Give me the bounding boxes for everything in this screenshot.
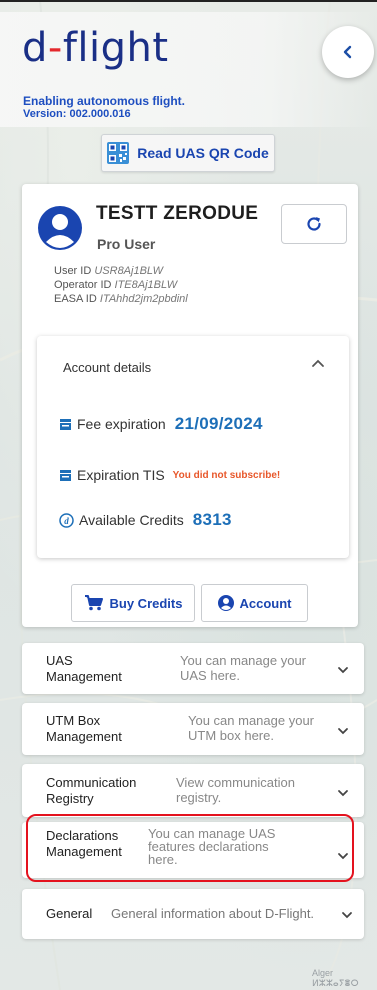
section-title: General — [46, 906, 93, 921]
read-qr-code-button[interactable]: Read UAS QR Code — [101, 134, 275, 172]
fee-expiration-row: Fee expiration 21/09/2024 — [59, 414, 263, 434]
account-details-title: Account details — [63, 360, 152, 375]
collapse-panel-button[interactable] — [322, 26, 374, 78]
section-general[interactable]: General General information about D-Flig… — [22, 889, 364, 939]
chevron-down-icon[interactable] — [336, 663, 350, 677]
user-id-list: User ID USR8Aj1BLW Operator ID ITE8Aj1BL… — [54, 264, 188, 306]
dflight-logo: d-flight — [22, 25, 169, 71]
refresh-icon — [307, 217, 321, 231]
credits-coin-icon: d — [59, 512, 74, 528]
section-description: You can manage your UTM box here. — [188, 713, 315, 743]
expiration-tis-warning: You did not subscribe! — [172, 469, 281, 481]
calendar-icon — [60, 469, 71, 481]
available-credits-row: d Available Credits 8313 — [59, 510, 232, 530]
chevron-left-icon — [343, 45, 352, 59]
account-button[interactable]: Account — [201, 584, 308, 622]
qr-code-icon — [107, 142, 130, 164]
section-description: View communication registry. — [176, 775, 295, 805]
chevron-up-icon[interactable] — [309, 354, 327, 372]
user-avatar-icon — [38, 206, 82, 250]
buy-credits-button[interactable]: Buy Credits — [71, 584, 195, 622]
calendar-icon — [60, 418, 71, 430]
read-qr-code-label: Read UAS QR Code — [137, 145, 269, 161]
top-border — [0, 0, 377, 2]
user-circle-icon — [217, 595, 234, 611]
chevron-down-icon[interactable] — [340, 908, 354, 922]
available-credits-value: 8313 — [192, 510, 232, 529]
section-communication-registry[interactable]: Communication Registry View communicatio… — [22, 764, 364, 817]
operator-id-value: ITE8Aj1BLW — [114, 279, 178, 291]
version-text: Version: 002.000.016 — [23, 108, 131, 120]
map-place-label: Alger ⵍⵣⵣⴰⵢⴻⵔ — [312, 968, 359, 988]
user-name: TESTT ZERODUE — [96, 203, 259, 224]
section-uas-management[interactable]: UAS Management You can manage your UAS h… — [22, 643, 364, 694]
header: d-flight Enabling autonomous flight. Ver… — [0, 12, 377, 127]
fee-expiration-value: 21/09/2024 — [174, 414, 263, 433]
user-id-row: User ID USR8Aj1BLW — [54, 265, 164, 277]
section-utm-box-management[interactable]: UTM Box Management You can manage your U… — [22, 703, 364, 755]
highlight-box — [26, 814, 354, 882]
user-role: Pro User — [97, 236, 156, 252]
tagline: Enabling autonomous flight. — [23, 94, 185, 108]
operator-id-row: Operator ID ITE8Aj1BLW — [54, 279, 178, 291]
section-title: UAS Management — [46, 653, 122, 684]
chevron-down-icon[interactable] — [336, 724, 350, 738]
easa-id-value: ITAhhd2jm2pbdinl — [99, 293, 188, 305]
section-description: You can manage your UAS here. — [180, 653, 307, 683]
refresh-button[interactable] — [281, 204, 347, 244]
svg-text:d: d — [64, 516, 69, 526]
user-id-value: USR8Aj1BLW — [94, 265, 164, 277]
expiration-tis-row: Expiration TIS You did not subscribe! — [59, 467, 280, 483]
account-details-panel[interactable]: Account details Fee expiration 21/09/202… — [37, 336, 349, 558]
section-title: Communication Registry — [46, 775, 137, 806]
easa-id-row: EASA ID ITAhhd2jm2pbdinl — [54, 293, 188, 305]
section-description: General information about D-Flight. — [111, 906, 315, 921]
shopping-cart-icon — [84, 595, 103, 611]
section-title: UTM Box Management — [46, 713, 122, 744]
chevron-down-icon[interactable] — [336, 786, 350, 800]
